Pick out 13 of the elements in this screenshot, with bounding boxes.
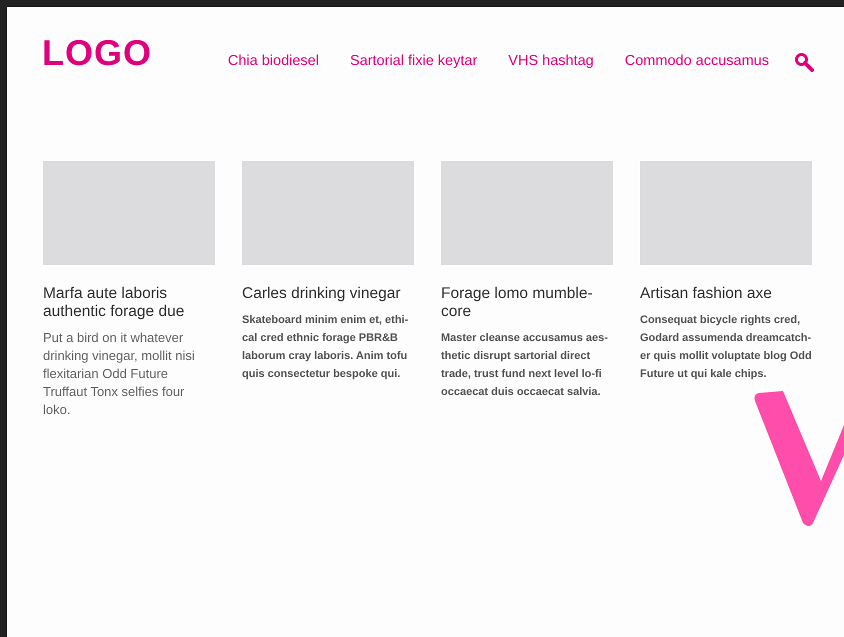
card-title: Artisan fashion axe <box>640 284 773 303</box>
card-description: Consequat bicycle rights cred, Godard assumenda dreamcatch-er quis mollit voluptate blog Odd Future ut qui kale chips. <box>640 312 812 382</box>
card-title: Marfa aute laboris authentic forage due <box>43 284 186 321</box>
card-description: Master cleanse accusamus aes-thetic disrupt sartorial direct trade, trust fund next level lo-fi occaecat duis occaecat salvia. <box>441 330 609 400</box>
nav-link[interactable]: Chia biodiesel <box>228 51 319 73</box>
nav-link[interactable]: Commodo accusamus <box>624 51 769 73</box>
nav-link[interactable]: Sartorial fixie keytar <box>350 51 478 73</box>
nav-link[interactable]: VHS hashtag <box>508 51 594 73</box>
logo[interactable]: LOGO <box>42 35 152 71</box>
card-title: Carles drinking vinegar <box>242 284 402 303</box>
card-description: Put a bird on it whatever drinking vinegar, mollit nisi flexitarian Odd Future Truffaut Tonx selfies four loko. <box>43 328 196 419</box>
card-title: Forage lomo mumble-core <box>441 284 594 321</box>
card-description: Skateboard minim enim et, ethi-cal cred ethnic forage PBR&B laborum cray laboris. Anim tofu quis consectetur bespoke qui. <box>242 312 410 382</box>
